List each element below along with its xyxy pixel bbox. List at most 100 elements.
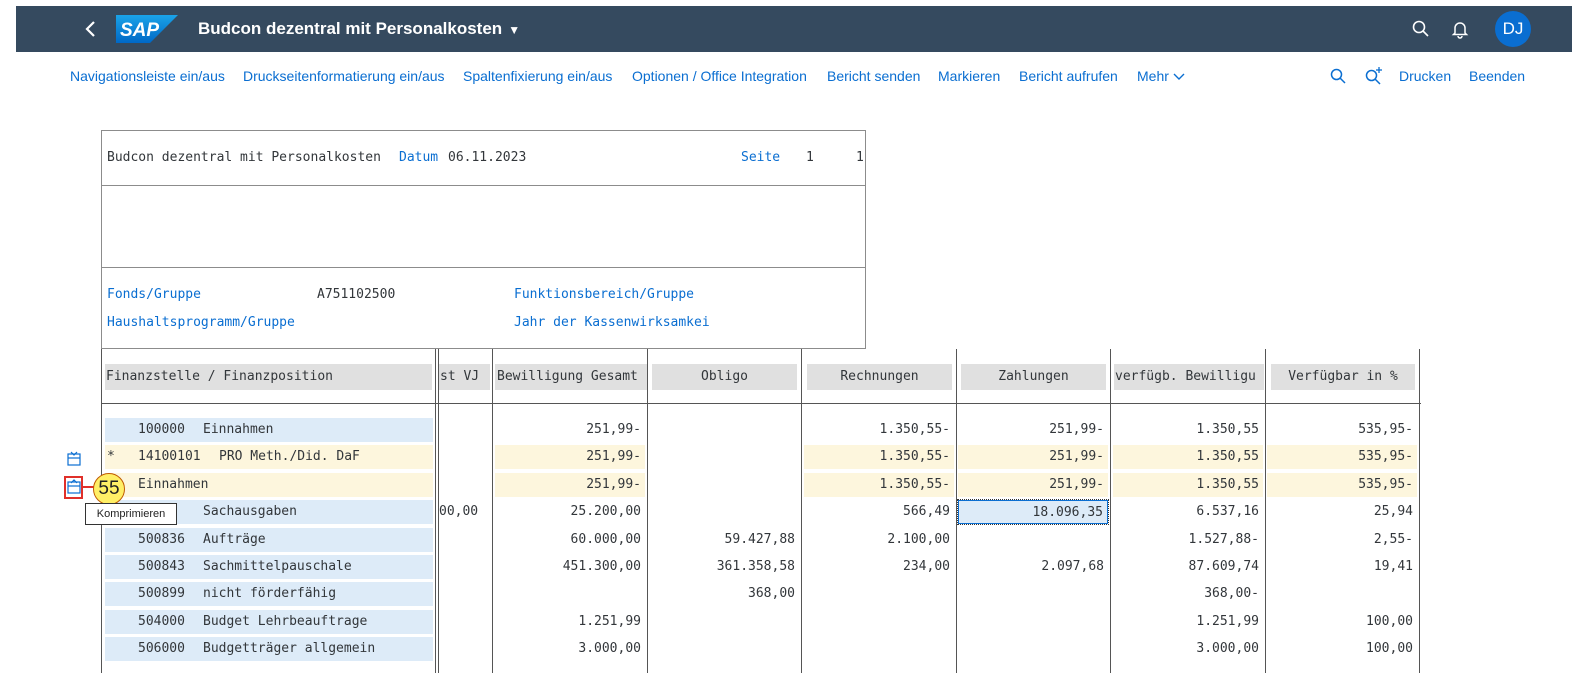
cell-vj[interactable] bbox=[439, 555, 489, 579]
zoom-in-icon[interactable] bbox=[1364, 66, 1384, 86]
exit-button[interactable]: Beenden bbox=[1469, 68, 1525, 84]
cell-obligo[interactable] bbox=[649, 500, 799, 524]
cell-rech[interactable]: 1.350,55- bbox=[804, 473, 954, 497]
cell-finanzposition[interactable]: * 14100101 PRO Meth./Did. DaF bbox=[105, 445, 433, 469]
column-header-bewilligung[interactable]: Bewilligung Gesamt bbox=[495, 364, 647, 390]
cell-rech[interactable]: 234,00 bbox=[804, 555, 954, 579]
cell-obligo[interactable] bbox=[649, 418, 799, 442]
cell-verf[interactable]: 87.609,74 bbox=[1113, 555, 1263, 579]
cell-zahl[interactable] bbox=[958, 610, 1108, 634]
cell-bew[interactable]: 60.000,00 bbox=[495, 528, 645, 552]
cell-rech[interactable] bbox=[804, 637, 954, 661]
cell-verf[interactable]: 6.537,16 bbox=[1113, 500, 1263, 524]
cell-zahl[interactable]: 251,99- bbox=[958, 445, 1108, 469]
cell-vj[interactable] bbox=[439, 473, 489, 497]
cell-pct[interactable] bbox=[1267, 582, 1417, 606]
cell-obligo[interactable]: 361.358,58 bbox=[649, 555, 799, 579]
cell-obligo[interactable] bbox=[649, 473, 799, 497]
cell-finanzposition[interactable]: 506000 Budgetträger allgemein bbox=[105, 637, 433, 661]
cell-verf[interactable]: 3.000,00 bbox=[1113, 637, 1263, 661]
toolbar-druckseitenformatierung[interactable]: Druckseitenformatierung ein/aus bbox=[243, 68, 445, 84]
cell-zahl[interactable] bbox=[958, 582, 1108, 606]
cell-bew[interactable]: 251,99- bbox=[495, 418, 645, 442]
cell-vj[interactable] bbox=[439, 582, 489, 606]
cell-pct[interactable]: 100,00 bbox=[1267, 610, 1417, 634]
cell-pct[interactable]: 25,94 bbox=[1267, 500, 1417, 524]
cell-verf[interactable]: 1.350,55 bbox=[1113, 445, 1263, 469]
column-header-verfuegbar-pct[interactable]: Verfügbar in % bbox=[1271, 364, 1415, 390]
cell-vj[interactable]: 00,00 bbox=[439, 500, 489, 524]
cell-finanzposition[interactable]: 504000 Budget Lehrbeauftrage bbox=[105, 610, 433, 634]
cell-vj[interactable] bbox=[439, 528, 489, 552]
cell-obligo[interactable] bbox=[649, 445, 799, 469]
cell-rech[interactable]: 2.100,00 bbox=[804, 528, 954, 552]
cell-zahl[interactable]: 251,99- bbox=[958, 418, 1108, 442]
bell-icon[interactable] bbox=[1448, 17, 1472, 41]
cell-bew[interactable]: 251,99- bbox=[495, 473, 645, 497]
cell-bew[interactable]: 451.300,00 bbox=[495, 555, 645, 579]
cell-rech[interactable] bbox=[804, 610, 954, 634]
cell-vj[interactable] bbox=[439, 637, 489, 661]
cell-pct[interactable]: 535,95- bbox=[1267, 445, 1417, 469]
cell-rech[interactable]: 566,49 bbox=[804, 500, 954, 524]
search-icon[interactable] bbox=[1329, 67, 1347, 85]
cell-finanzposition[interactable]: 500843 Sachmittelpauschale bbox=[105, 555, 433, 579]
cell-bew[interactable] bbox=[495, 582, 645, 606]
cell-obligo[interactable] bbox=[649, 637, 799, 661]
cell-vj[interactable] bbox=[439, 610, 489, 634]
cell-bew[interactable]: 25.200,00 bbox=[495, 500, 645, 524]
column-header-verfuegb[interactable]: verfügb. Bewilligu bbox=[1114, 364, 1264, 390]
cell-finanzposition[interactable]: Einnahmen bbox=[105, 473, 433, 497]
cell-zahl[interactable] bbox=[958, 528, 1108, 552]
cell-verf[interactable]: 1.527,88- bbox=[1113, 528, 1263, 552]
cell-rech[interactable] bbox=[804, 582, 954, 606]
cell-verf[interactable]: 368,00- bbox=[1113, 582, 1263, 606]
toolbar-spaltenfixierung[interactable]: Spaltenfixierung ein/aus bbox=[463, 68, 612, 84]
app-title[interactable]: Budcon dezentral mit Personalkosten ▼ bbox=[198, 19, 520, 39]
cell-pct[interactable]: 535,95- bbox=[1267, 418, 1417, 442]
expand-node-icon[interactable] bbox=[66, 451, 82, 467]
cell-verf[interactable]: 1.251,99 bbox=[1113, 610, 1263, 634]
cell-verf[interactable]: 1.350,55 bbox=[1113, 473, 1263, 497]
toolbar-optionen-office[interactable]: Optionen / Office Integration bbox=[632, 68, 807, 84]
cell-pct[interactable]: 535,95- bbox=[1267, 473, 1417, 497]
cell-obligo[interactable] bbox=[649, 610, 799, 634]
cell-vj[interactable] bbox=[439, 418, 489, 442]
cell-pct[interactable]: 2,55- bbox=[1267, 528, 1417, 552]
cell-zahl[interactable] bbox=[958, 637, 1108, 661]
print-button[interactable]: Drucken bbox=[1399, 68, 1451, 84]
cell-bew[interactable]: 1.251,99 bbox=[495, 610, 645, 634]
search-icon[interactable] bbox=[1409, 17, 1433, 41]
cell-pct[interactable]: 100,00 bbox=[1267, 637, 1417, 661]
cell-bew[interactable]: 3.000,00 bbox=[495, 637, 645, 661]
column-header-finanzstelle[interactable]: Finanzstelle / Finanzposition bbox=[105, 364, 432, 390]
cell-rech[interactable]: 1.350,55- bbox=[804, 418, 954, 442]
cell-bew[interactable]: 251,99- bbox=[495, 445, 645, 469]
cell-rech[interactable]: 1.350,55- bbox=[804, 445, 954, 469]
user-avatar[interactable]: DJ bbox=[1495, 11, 1531, 47]
cell-obligo[interactable]: 368,00 bbox=[649, 582, 799, 606]
cell-obligo[interactable]: 59.427,88 bbox=[649, 528, 799, 552]
toolbar-markieren[interactable]: Markieren bbox=[938, 68, 1000, 84]
column-header-obligo[interactable]: Obligo bbox=[652, 364, 797, 390]
cell-finanzposition[interactable]: 500899 nicht förderfähig bbox=[105, 582, 433, 606]
cell-vj[interactable] bbox=[439, 445, 489, 469]
chevron-down-icon bbox=[1173, 73, 1185, 81]
cell-zahl-selected[interactable]: 18.096,35 bbox=[957, 499, 1109, 525]
cell-finanzposition[interactable]: 500836 Aufträge bbox=[105, 528, 433, 552]
toolbar-bericht-senden[interactable]: Bericht senden bbox=[827, 68, 920, 84]
cell-zahl[interactable]: 2.097,68 bbox=[958, 555, 1108, 579]
column-header-zahlungen[interactable]: Zahlungen bbox=[961, 364, 1106, 390]
toolbar-navigationsleiste[interactable]: Navigationsleiste ein/aus bbox=[70, 68, 225, 84]
cell-verf[interactable]: 1.350,55 bbox=[1113, 418, 1263, 442]
toolbar-mehr-label: Mehr bbox=[1137, 68, 1169, 84]
back-icon[interactable] bbox=[81, 18, 101, 40]
toolbar-mehr[interactable]: Mehr bbox=[1137, 68, 1185, 84]
column-header-st-vj[interactable]: st VJ bbox=[439, 364, 490, 390]
cell-pct[interactable]: 19,41 bbox=[1267, 555, 1417, 579]
toolbar-bericht-aufrufen[interactable]: Bericht aufrufen bbox=[1019, 68, 1118, 84]
cell-zahl[interactable]: 251,99- bbox=[958, 473, 1108, 497]
cell-finanzposition[interactable]: 100000 Einnahmen bbox=[105, 418, 433, 442]
column-header-rechnungen[interactable]: Rechnungen bbox=[807, 364, 952, 390]
sap-logo[interactable]: SAP bbox=[116, 15, 178, 43]
